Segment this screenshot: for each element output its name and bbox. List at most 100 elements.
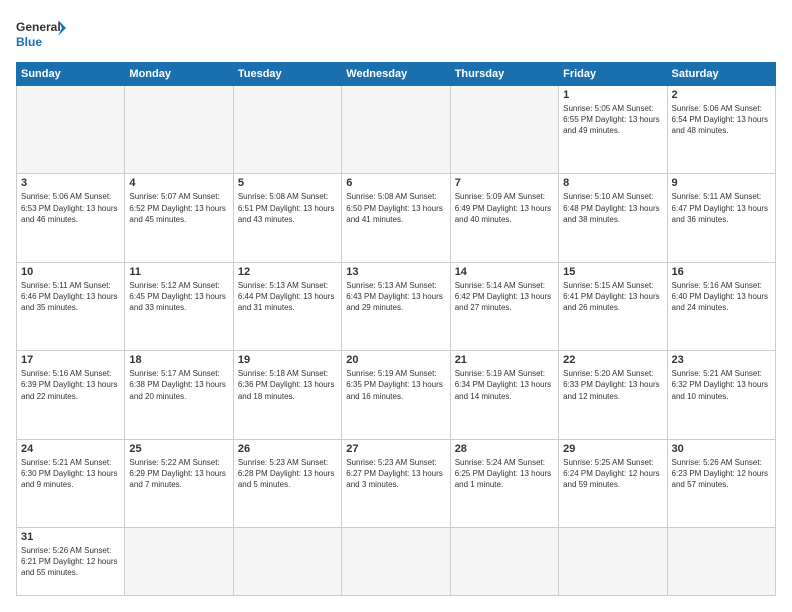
day-info: Sunrise: 5:21 AM Sunset: 6:30 PM Dayligh… (21, 457, 120, 491)
calendar-day-cell: 3 Sunrise: 5:06 AM Sunset: 6:53 PM Daylig… (17, 174, 125, 262)
day-info: Sunrise: 5:07 AM Sunset: 6:52 PM Dayligh… (129, 191, 228, 225)
day-info: Sunrise: 5:13 AM Sunset: 6:43 PM Dayligh… (346, 280, 445, 314)
page: General Blue SundayMondayTuesdayWednesda… (0, 0, 792, 612)
calendar-day-cell: 23 Sunrise: 5:21 AM Sunset: 6:32 PM Dayli… (667, 351, 775, 439)
calendar-header-row: SundayMondayTuesdayWednesdayThursdayFrid… (17, 63, 776, 86)
day-info: Sunrise: 5:08 AM Sunset: 6:50 PM Dayligh… (346, 191, 445, 225)
calendar-day-cell: 29Sunrise: 5:25 AM Sunset: 6:24 PM Dayli… (559, 439, 667, 527)
day-number: 4 (129, 177, 228, 189)
calendar-day-cell (17, 86, 125, 174)
day-info: Sunrise: 5:16 AM Sunset: 6:39 PM Dayligh… (21, 368, 120, 402)
calendar-day-cell: 10 Sunrise: 5:11 AM Sunset: 6:46 PM Dayli… (17, 262, 125, 350)
day-info: Sunrise: 5:06 AM Sunset: 6:53 PM Dayligh… (21, 191, 120, 225)
calendar-day-cell (450, 86, 558, 174)
day-info: Sunrise: 5:15 AM Sunset: 6:41 PM Dayligh… (563, 280, 662, 314)
day-info: Sunrise: 5:10 AM Sunset: 6:48 PM Dayligh… (563, 191, 662, 225)
day-number: 3 (21, 177, 120, 189)
calendar-day-header: Saturday (667, 63, 775, 86)
day-info: Sunrise: 5:08 AM Sunset: 6:51 PM Dayligh… (238, 191, 337, 225)
day-info: Sunrise: 5:22 AM Sunset: 6:29 PM Dayligh… (129, 457, 228, 491)
day-info: Sunrise: 5:11 AM Sunset: 6:46 PM Dayligh… (21, 280, 120, 314)
day-number: 8 (563, 177, 662, 189)
day-info: Sunrise: 5:19 AM Sunset: 6:35 PM Dayligh… (346, 368, 445, 402)
calendar-week-row: 31Sunrise: 5:26 AM Sunset: 6:21 PM Dayli… (17, 527, 776, 595)
day-info: Sunrise: 5:05 AM Sunset: 6:55 PM Dayligh… (563, 103, 662, 137)
calendar-week-row: 10 Sunrise: 5:11 AM Sunset: 6:46 PM Dayli… (17, 262, 776, 350)
day-info: Sunrise: 5:09 AM Sunset: 6:49 PM Dayligh… (455, 191, 554, 225)
day-info: Sunrise: 5:06 AM Sunset: 6:54 PM Dayligh… (672, 103, 771, 137)
calendar-day-cell: 25 Sunrise: 5:22 AM Sunset: 6:29 PM Dayli… (125, 439, 233, 527)
calendar-day-cell: 18 Sunrise: 5:17 AM Sunset: 6:38 PM Dayli… (125, 351, 233, 439)
header: General Blue (16, 16, 776, 52)
day-number: 31 (21, 531, 120, 543)
calendar-day-cell: 7 Sunrise: 5:09 AM Sunset: 6:49 PM Daylig… (450, 174, 558, 262)
day-number: 25 (129, 443, 228, 455)
calendar-day-cell: 19 Sunrise: 5:18 AM Sunset: 6:36 PM Dayli… (233, 351, 341, 439)
calendar-day-cell: 28Sunrise: 5:24 AM Sunset: 6:25 PM Dayli… (450, 439, 558, 527)
day-number: 7 (455, 177, 554, 189)
calendar-day-cell: 14 Sunrise: 5:14 AM Sunset: 6:42 PM Dayli… (450, 262, 558, 350)
calendar-day-header: Tuesday (233, 63, 341, 86)
logo: General Blue (16, 16, 66, 52)
day-number: 13 (346, 266, 445, 278)
day-info: Sunrise: 5:13 AM Sunset: 6:44 PM Dayligh… (238, 280, 337, 314)
calendar-day-cell (233, 86, 341, 174)
day-number: 19 (238, 354, 337, 366)
calendar-week-row: 17 Sunrise: 5:16 AM Sunset: 6:39 PM Dayli… (17, 351, 776, 439)
calendar-day-header: Friday (559, 63, 667, 86)
calendar-day-cell: 26 Sunrise: 5:23 AM Sunset: 6:28 PM Dayli… (233, 439, 341, 527)
day-number: 12 (238, 266, 337, 278)
day-info: Sunrise: 5:20 AM Sunset: 6:33 PM Dayligh… (563, 368, 662, 402)
day-info: Sunrise: 5:17 AM Sunset: 6:38 PM Dayligh… (129, 368, 228, 402)
day-number: 24 (21, 443, 120, 455)
day-number: 22 (563, 354, 662, 366)
day-info: Sunrise: 5:24 AM Sunset: 6:25 PM Dayligh… (455, 457, 554, 491)
day-info: Sunrise: 5:14 AM Sunset: 6:42 PM Dayligh… (455, 280, 554, 314)
calendar-day-cell: 8 Sunrise: 5:10 AM Sunset: 6:48 PM Daylig… (559, 174, 667, 262)
day-info: Sunrise: 5:11 AM Sunset: 6:47 PM Dayligh… (672, 191, 771, 225)
calendar-day-cell: 4 Sunrise: 5:07 AM Sunset: 6:52 PM Daylig… (125, 174, 233, 262)
calendar-day-cell: 2 Sunrise: 5:06 AM Sunset: 6:54 PM Daylig… (667, 86, 775, 174)
calendar-day-header: Monday (125, 63, 233, 86)
day-number: 18 (129, 354, 228, 366)
day-info: Sunrise: 5:21 AM Sunset: 6:32 PM Dayligh… (672, 368, 771, 402)
calendar-day-cell: 1Sunrise: 5:05 AM Sunset: 6:55 PM Daylig… (559, 86, 667, 174)
day-info: Sunrise: 5:19 AM Sunset: 6:34 PM Dayligh… (455, 368, 554, 402)
day-number: 6 (346, 177, 445, 189)
calendar-table: SundayMondayTuesdayWednesdayThursdayFrid… (16, 62, 776, 596)
calendar-day-cell: 27Sunrise: 5:23 AM Sunset: 6:27 PM Dayli… (342, 439, 450, 527)
day-number: 27 (346, 443, 445, 455)
day-number: 10 (21, 266, 120, 278)
calendar-day-cell: 30Sunrise: 5:26 AM Sunset: 6:23 PM Dayli… (667, 439, 775, 527)
svg-text:General: General (16, 20, 61, 34)
calendar-day-cell: 31Sunrise: 5:26 AM Sunset: 6:21 PM Dayli… (17, 527, 125, 595)
day-number: 16 (672, 266, 771, 278)
day-info: Sunrise: 5:25 AM Sunset: 6:24 PM Dayligh… (563, 457, 662, 491)
calendar-day-cell: 17 Sunrise: 5:16 AM Sunset: 6:39 PM Dayli… (17, 351, 125, 439)
general-blue-logo-icon: General Blue (16, 16, 66, 52)
day-number: 17 (21, 354, 120, 366)
day-number: 14 (455, 266, 554, 278)
calendar-day-cell (233, 527, 341, 595)
day-number: 20 (346, 354, 445, 366)
calendar-day-header: Sunday (17, 63, 125, 86)
day-number: 21 (455, 354, 554, 366)
day-info: Sunrise: 5:23 AM Sunset: 6:28 PM Dayligh… (238, 457, 337, 491)
day-number: 2 (672, 89, 771, 101)
day-number: 23 (672, 354, 771, 366)
calendar-week-row: 3 Sunrise: 5:06 AM Sunset: 6:53 PM Daylig… (17, 174, 776, 262)
calendar-day-cell: 11Sunrise: 5:12 AM Sunset: 6:45 PM Dayli… (125, 262, 233, 350)
day-info: Sunrise: 5:26 AM Sunset: 6:23 PM Dayligh… (672, 457, 771, 491)
svg-text:Blue: Blue (16, 35, 42, 49)
calendar-day-cell (667, 527, 775, 595)
day-info: Sunrise: 5:18 AM Sunset: 6:36 PM Dayligh… (238, 368, 337, 402)
calendar-day-cell: 22 Sunrise: 5:20 AM Sunset: 6:33 PM Dayli… (559, 351, 667, 439)
calendar-day-cell: 20 Sunrise: 5:19 AM Sunset: 6:35 PM Dayli… (342, 351, 450, 439)
day-number: 26 (238, 443, 337, 455)
calendar-day-cell (450, 527, 558, 595)
calendar-day-cell (125, 86, 233, 174)
calendar-day-header: Thursday (450, 63, 558, 86)
day-info: Sunrise: 5:16 AM Sunset: 6:40 PM Dayligh… (672, 280, 771, 314)
calendar-day-cell (342, 527, 450, 595)
calendar-day-cell: 13 Sunrise: 5:13 AM Sunset: 6:43 PM Dayli… (342, 262, 450, 350)
